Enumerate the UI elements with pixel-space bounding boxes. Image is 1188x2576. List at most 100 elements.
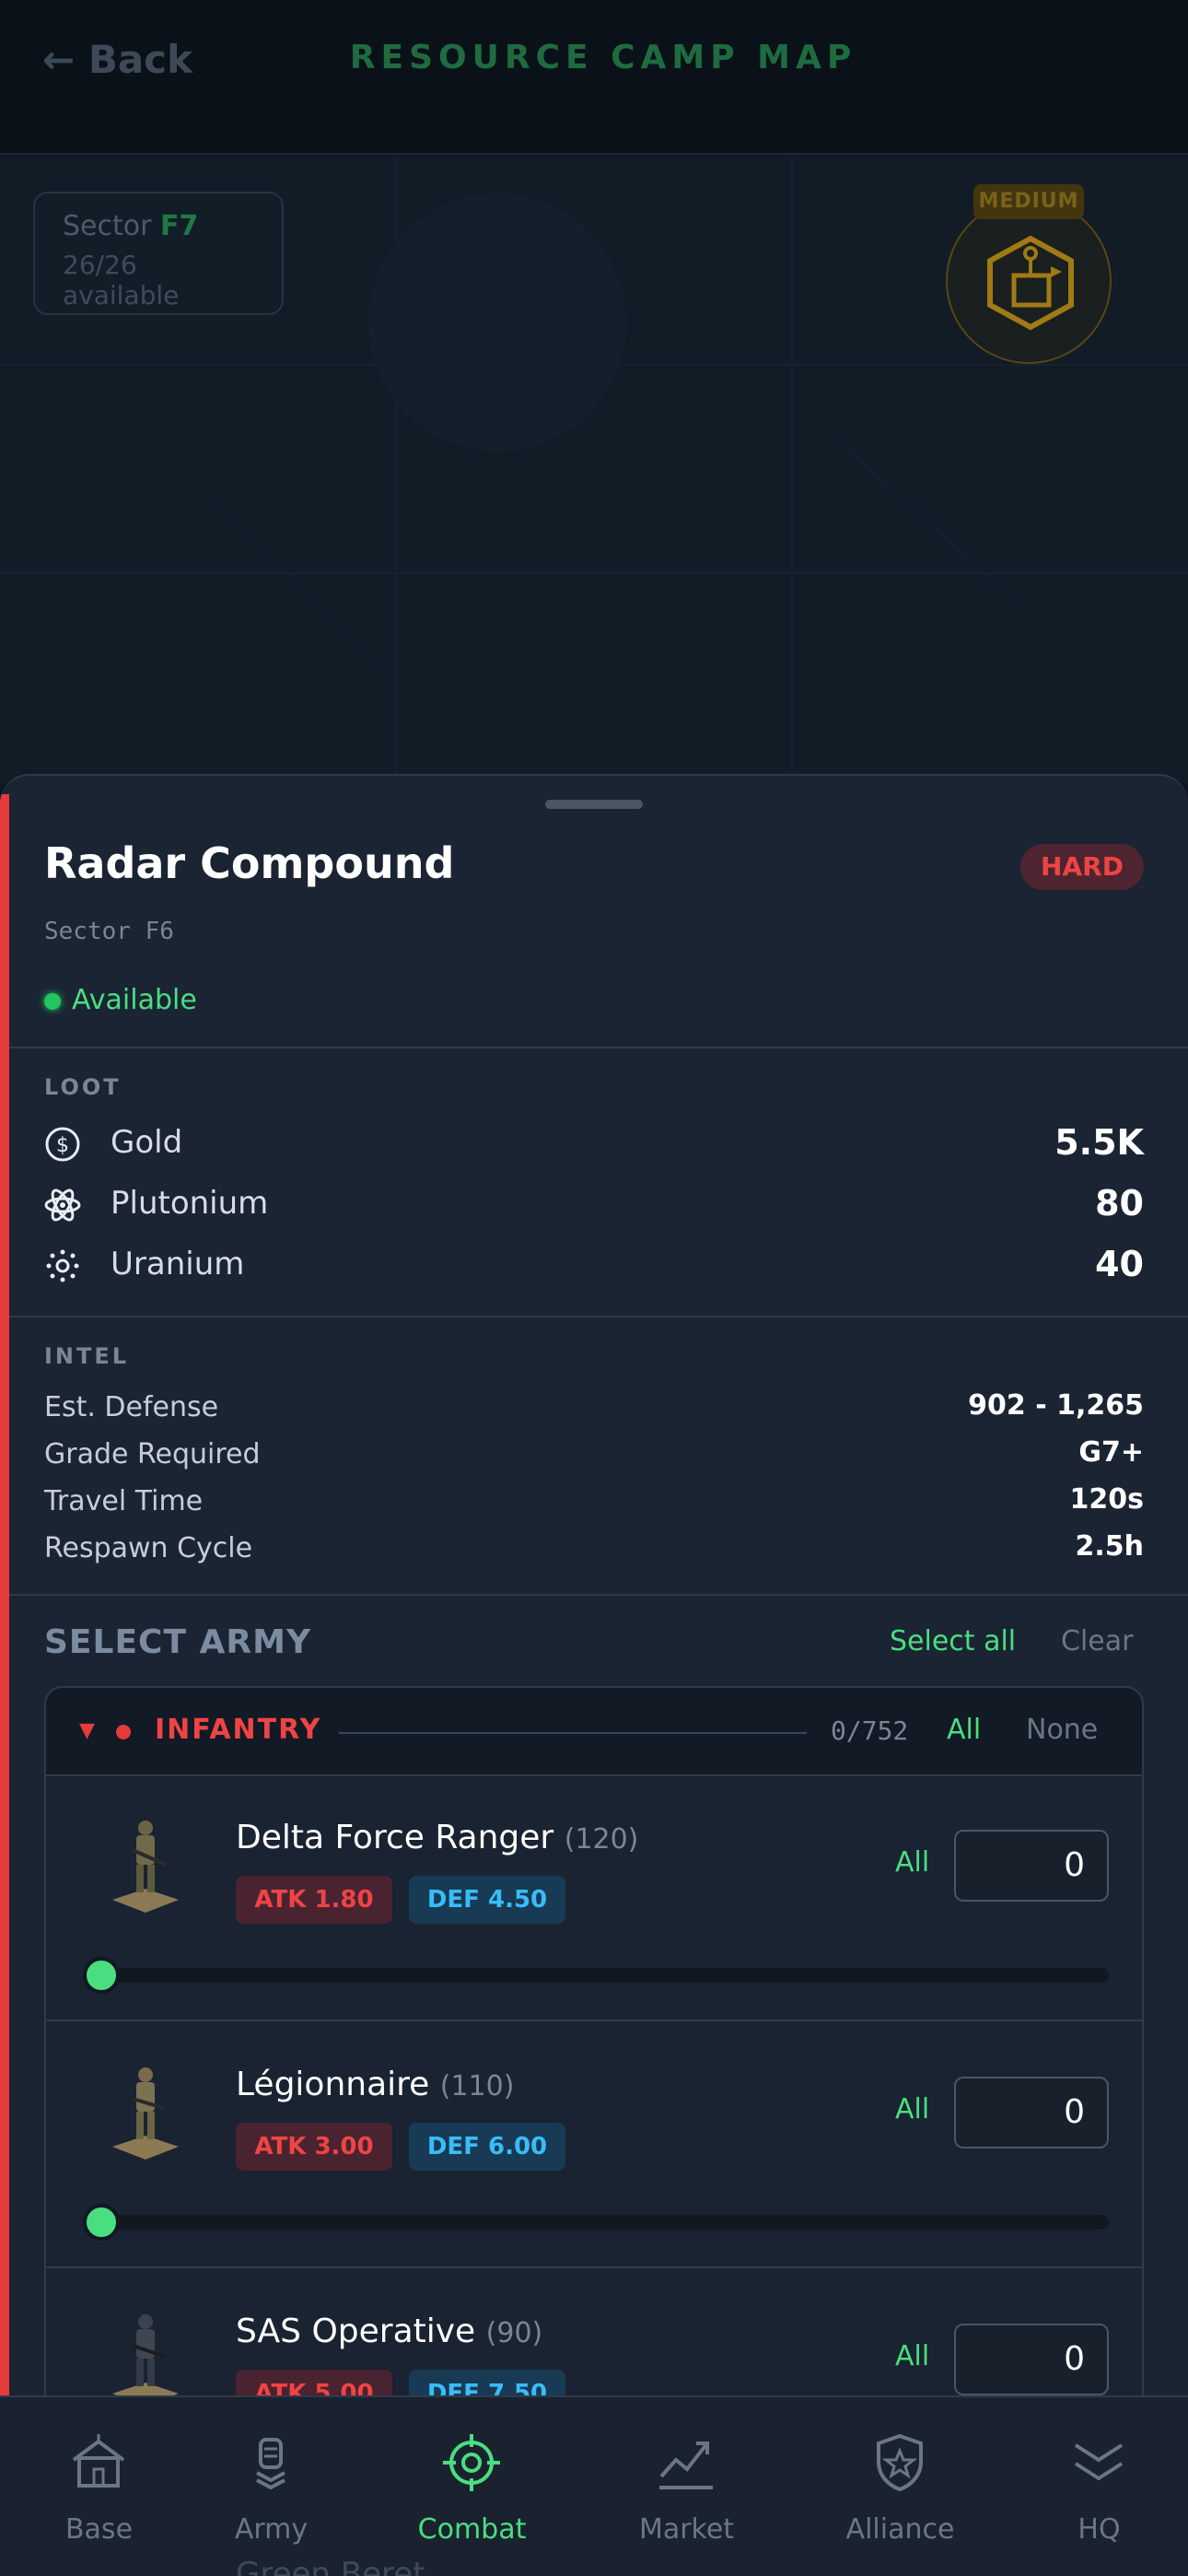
loot-value: 40 [1095, 1244, 1144, 1284]
nav-item-base[interactable]: Base [0, 2397, 198, 2576]
intel-key: Respawn Cycle [44, 1532, 253, 1564]
intel-value: 902 - 1,265 [968, 1389, 1144, 1422]
group-name: INFANTRY [155, 1714, 322, 1746]
sector-info-card: Sector F7 26/26 available [33, 192, 284, 315]
intel-row: Est. Defense 902 - 1,265 [44, 1388, 1144, 1428]
loot-value: 5.5K [1054, 1122, 1144, 1163]
infantry-group: ▼ INFANTRY 0/752 All None Delta Force Ra… [44, 1686, 1144, 2395]
bottom-nav: Base Army Combat Market Alliance HQ Gree… [0, 2395, 1188, 2576]
camp-map[interactable]: Sector F7 26/26 available MEDIUM [0, 157, 1188, 783]
sector-availability: 26/26 available [63, 250, 180, 310]
intel-key: Grade Required [44, 1438, 261, 1470]
select-army-heading: SELECT ARMY [44, 1623, 312, 1661]
nav-label: Alliance [845, 2513, 955, 2546]
nav-label: Army [234, 2513, 309, 2546]
crosshair-icon [443, 2434, 500, 2491]
unit-quantity-slider[interactable] [83, 1968, 1109, 1983]
select-all-button[interactable]: Select all [890, 1625, 1016, 1657]
unit-available-count: (110) [439, 2070, 515, 2102]
soldier-figure-icon [112, 2067, 179, 2160]
nav-item-market[interactable]: Market [588, 2397, 786, 2576]
unit-all-button[interactable]: All [895, 1846, 929, 1879]
nav-label: Market [638, 2513, 735, 2546]
soldier-figure-icon [112, 2314, 179, 2395]
divider [9, 1594, 1188, 1596]
intel-value: 2.5h [1075, 1530, 1144, 1563]
group-all-button[interactable]: All [947, 1714, 981, 1746]
camp-difficulty-badge: MEDIUM [973, 184, 1084, 219]
unit-row: Delta Force Ranger (120) ATK 1.80 DEF 4.… [46, 1776, 1142, 2021]
svg-text:$: $ [56, 1134, 69, 1157]
unit-name: Légionnaire (110) [236, 2066, 514, 2103]
slider-handle[interactable] [83, 1957, 120, 1994]
loot-name: Gold [111, 1124, 183, 1161]
soldier-icon [256, 2438, 285, 2490]
status-text: Available [72, 984, 197, 1016]
unit-available-count: (120) [564, 1823, 639, 1856]
difficulty-accent-bar [0, 794, 9, 2395]
slider-handle[interactable] [83, 2204, 120, 2241]
attack-badge: ATK 5.00 [236, 2370, 392, 2395]
intel-row: Respawn Cycle 2.5h [44, 1528, 1144, 1569]
intel-row: Travel Time 120s [44, 1481, 1144, 1522]
attack-badge: ATK 1.80 [236, 1876, 392, 1924]
trend-chart-icon [659, 2441, 713, 2489]
unit-all-button[interactable]: All [895, 2340, 929, 2372]
group-none-button[interactable]: None [1026, 1714, 1098, 1746]
group-divider-line [339, 1732, 807, 1734]
nav-item-army[interactable]: Army [172, 2397, 370, 2576]
camp-status: Available [44, 984, 197, 1016]
unit-row: SAS Operative (90) ATK 5.00 DEF 7.50 All… [46, 2270, 1142, 2395]
chevrons-down-icon [1074, 2443, 1124, 2481]
camp-detail-sheet: Radar Compound HARD Sector F6 Available … [0, 774, 1188, 2395]
defense-badge: DEF 4.50 [409, 1876, 565, 1924]
nav-item-combat[interactable]: Combat [373, 2397, 571, 2576]
intel-value: G7+ [1078, 1436, 1144, 1469]
intel-key: Est. Defense [44, 1391, 219, 1423]
loot-name: Uranium [111, 1246, 245, 1282]
loot-row-gold: $ Gold 5.5K [44, 1120, 1144, 1166]
unit-all-button[interactable]: All [895, 2093, 929, 2125]
unit-quantity-input[interactable]: 0 [954, 2077, 1109, 2149]
defense-badge: DEF 7.50 [409, 2370, 565, 2395]
collapse-triangle-icon[interactable]: ▼ [79, 1719, 95, 1742]
infantry-group-header[interactable]: ▼ INFANTRY 0/752 All None [46, 1688, 1142, 1776]
clear-button[interactable]: Clear [1061, 1625, 1133, 1657]
nav-item-hq[interactable]: HQ [1000, 2397, 1188, 2576]
camp-sector: Sector F6 [44, 918, 174, 945]
divider [9, 1316, 1188, 1317]
unit-name-text: SAS Operative [236, 2313, 476, 2350]
intel-key: Travel Time [44, 1485, 204, 1517]
unit-quantity-input[interactable]: 0 [954, 1830, 1109, 1902]
group-color-dot [116, 1725, 131, 1739]
atom-icon [44, 1188, 81, 1222]
difficulty-badge: HARD [1020, 844, 1144, 890]
sheet-drag-handle[interactable] [545, 800, 643, 809]
loot-value: 80 [1095, 1183, 1144, 1224]
top-bar: ← Back RESOURCE CAMP MAP [0, 0, 1188, 155]
radiation-icon [46, 1249, 79, 1282]
group-count: 0/752 [831, 1715, 909, 1746]
unit-name: SAS Operative (90) [236, 2313, 542, 2350]
sector-prefix: Sector [63, 210, 152, 242]
intel-value: 120s [1069, 1483, 1144, 1516]
unit-name-text: Légionnaire [236, 2066, 430, 2103]
divider [9, 1047, 1188, 1048]
unit-quantity-input[interactable]: 0 [954, 2324, 1109, 2395]
loot-row-plutonium: Plutonium 80 [44, 1181, 1144, 1227]
loot-row-uranium: Uranium 40 [44, 1242, 1144, 1288]
loot-name: Plutonium [111, 1185, 269, 1222]
defense-badge: DEF 6.00 [409, 2123, 565, 2171]
gold-coin-icon: $ [45, 1127, 80, 1162]
status-dot-icon [44, 992, 61, 1010]
nav-item-alliance[interactable]: Alliance [801, 2397, 999, 2576]
unit-row: Légionnaire (110) ATK 3.00 DEF 6.00 All … [46, 2023, 1142, 2268]
loot-label: LOOT [44, 1074, 122, 1100]
nav-label: Combat [417, 2513, 527, 2546]
unit-quantity-slider[interactable] [83, 2215, 1109, 2230]
camp-marker-medium[interactable] [946, 198, 1112, 364]
house-icon [72, 2434, 125, 2488]
nav-label: Base [64, 2513, 134, 2546]
sector-code: F7 [160, 210, 199, 242]
unit-name: Delta Force Ranger (120) [236, 1819, 638, 1856]
